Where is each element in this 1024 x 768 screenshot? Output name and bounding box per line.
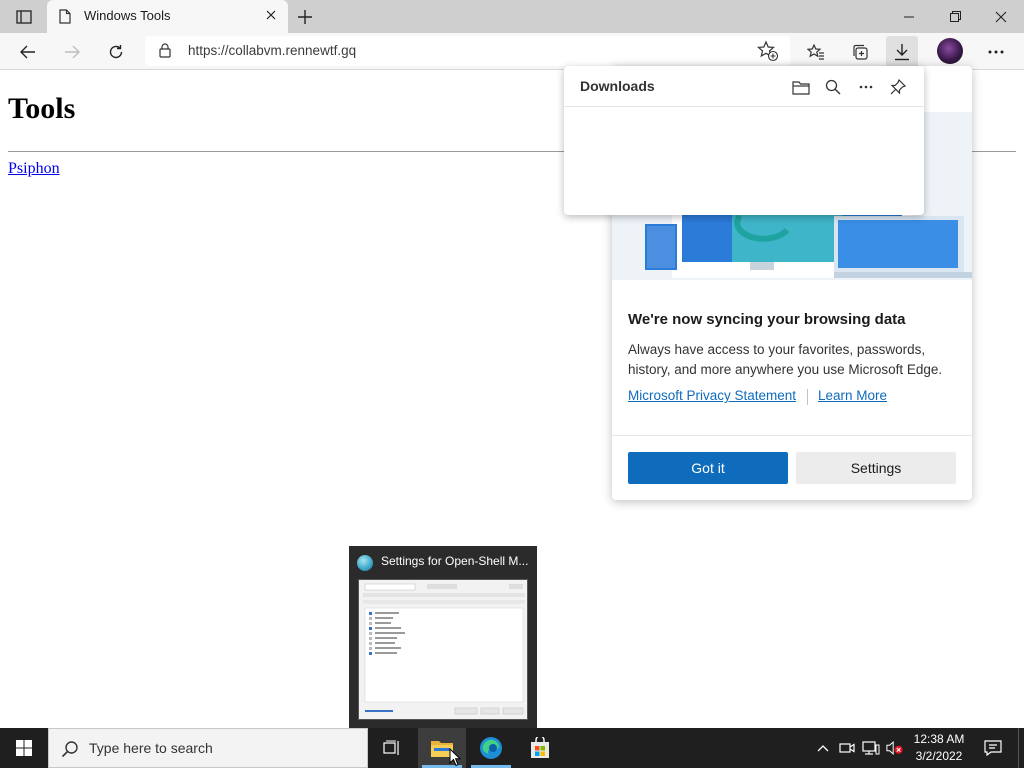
start-button[interactable]: [0, 728, 48, 768]
search-icon: [61, 741, 78, 758]
downloads-title: Downloads: [580, 78, 655, 94]
volume-muted-icon[interactable]: [886, 740, 904, 756]
open-shell-icon: [357, 555, 373, 571]
close-icon: [266, 10, 276, 20]
open-downloads-folder-button[interactable]: [790, 76, 812, 98]
windows-logo-icon: [16, 740, 32, 756]
arrow-right-icon: [65, 45, 80, 59]
folder-icon: [792, 80, 810, 95]
download-icon: [895, 44, 909, 61]
favorites-button[interactable]: [800, 36, 832, 68]
tab-actions-icon: [16, 10, 32, 24]
minimize-button[interactable]: [886, 0, 932, 33]
settings-window-thumbnail: [359, 580, 527, 719]
store-icon: [531, 737, 549, 758]
refresh-button[interactable]: [100, 36, 132, 68]
network-icon: [862, 741, 880, 755]
forward-button[interactable]: [56, 36, 88, 68]
refresh-icon: [109, 45, 123, 59]
search-icon: [825, 79, 841, 95]
microsoft-store-button[interactable]: [516, 728, 564, 768]
windows-taskbar: Type here to search 12:38 AM 3/2/2022: [0, 728, 1024, 768]
arrow-left-icon: [20, 45, 35, 59]
url-text[interactable]: https://collabvm.rennewtf.gq: [188, 43, 356, 58]
mouse-cursor-icon: [449, 748, 461, 767]
restore-icon: [949, 11, 961, 22]
divider: [612, 435, 972, 436]
task-view-icon: [383, 740, 399, 755]
privacy-statement-link[interactable]: Microsoft Privacy Statement: [628, 388, 796, 403]
sync-title: We're now syncing your browsing data: [628, 311, 906, 328]
tab-actions-button[interactable]: [8, 6, 40, 28]
page-heading: Tools: [8, 92, 76, 125]
edge-icon: [480, 737, 502, 759]
pin-icon: [890, 79, 906, 95]
edge-button[interactable]: [467, 728, 515, 768]
taskbar-search-box[interactable]: Type here to search: [48, 728, 368, 768]
lock-icon[interactable]: [159, 43, 171, 58]
favorites-icon: [807, 44, 824, 60]
clock-time[interactable]: 12:38 AM: [912, 732, 966, 746]
network-icon[interactable]: [862, 740, 880, 756]
chevron-up-icon: [817, 745, 829, 752]
sync-description: Always have access to your favorites, pa…: [628, 342, 943, 377]
speaker-muted-icon: [886, 741, 903, 755]
address-bar[interactable]: https://collabvm.rennewtf.gq: [145, 36, 790, 66]
star-add-icon: [757, 40, 779, 62]
task-view-button[interactable]: [368, 728, 416, 768]
close-window-button[interactable]: [978, 0, 1024, 33]
divider: [564, 106, 924, 107]
preview-thumbnail[interactable]: [358, 579, 528, 720]
camera-icon: [839, 743, 855, 753]
downloads-more-button[interactable]: [855, 76, 877, 98]
tab-close-button[interactable]: [263, 8, 279, 24]
taskbar-window-preview[interactable]: Settings for Open-Shell M...: [349, 546, 537, 728]
close-icon: [995, 11, 1007, 22]
collections-button[interactable]: [844, 36, 876, 68]
tab-title: Windows Tools: [84, 8, 171, 23]
search-placeholder: Type here to search: [89, 740, 213, 756]
settings-more-button[interactable]: [980, 36, 1012, 68]
notification-icon: [984, 740, 1002, 756]
search-downloads-button[interactable]: [822, 76, 844, 98]
browser-toolbar: https://collabvm.rennewtf.gq: [0, 33, 1024, 70]
clock-date[interactable]: 3/2/2022: [912, 749, 966, 763]
downloads-flyout: Downloads: [564, 66, 924, 215]
downloads-button[interactable]: [886, 36, 918, 68]
preview-title: Settings for Open-Shell M...: [381, 554, 529, 568]
add-favorite-button[interactable]: [757, 40, 779, 66]
collections-icon: [853, 44, 868, 60]
learn-more-link[interactable]: Learn More: [818, 388, 887, 403]
link-divider: [807, 389, 808, 405]
plus-icon: [298, 10, 312, 24]
meet-now-icon[interactable]: [838, 740, 856, 756]
profile-avatar[interactable]: [937, 38, 963, 64]
pin-downloads-button[interactable]: [887, 76, 909, 98]
new-tab-button[interactable]: [292, 4, 318, 30]
psiphon-link[interactable]: Psiphon: [8, 160, 60, 178]
show-hidden-icons-button[interactable]: [814, 740, 832, 756]
action-center-button[interactable]: [978, 728, 1008, 768]
restore-button[interactable]: [932, 0, 978, 33]
page-icon: [59, 9, 71, 24]
active-tab[interactable]: Windows Tools: [47, 0, 288, 33]
tab-strip: Windows Tools: [0, 0, 1024, 33]
minimize-icon: [904, 16, 914, 17]
got-it-button[interactable]: Got it: [628, 452, 788, 484]
more-horizontal-icon: [859, 85, 873, 89]
back-button[interactable]: [12, 36, 44, 68]
settings-button[interactable]: Settings: [796, 452, 956, 484]
more-horizontal-icon: [988, 50, 1004, 54]
show-desktop-button[interactable]: [1018, 728, 1024, 768]
